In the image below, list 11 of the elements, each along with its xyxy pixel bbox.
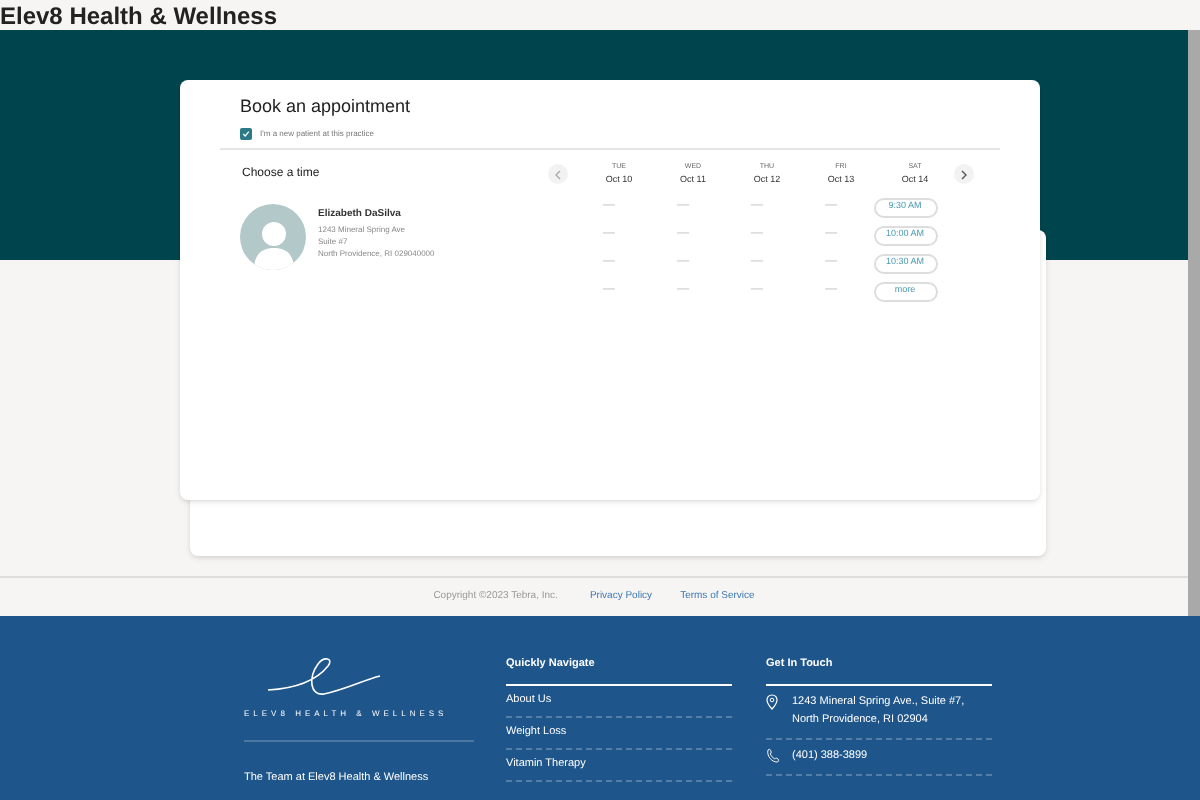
site-title: Elev8 Health & Wellness: [0, 0, 278, 33]
phone-icon: [766, 748, 780, 765]
scrollbar[interactable]: [1188, 30, 1200, 616]
location-pin-icon: [766, 694, 780, 711]
booking-title: Book an appointment: [240, 94, 413, 120]
previous-button[interactable]: [548, 164, 568, 184]
next-button[interactable]: [954, 164, 974, 184]
checkbox[interactable]: [240, 127, 252, 139]
avatar-silhouette: [240, 203, 306, 269]
chevron-left-icon: [554, 169, 562, 179]
chevron-right-icon: [960, 169, 968, 179]
